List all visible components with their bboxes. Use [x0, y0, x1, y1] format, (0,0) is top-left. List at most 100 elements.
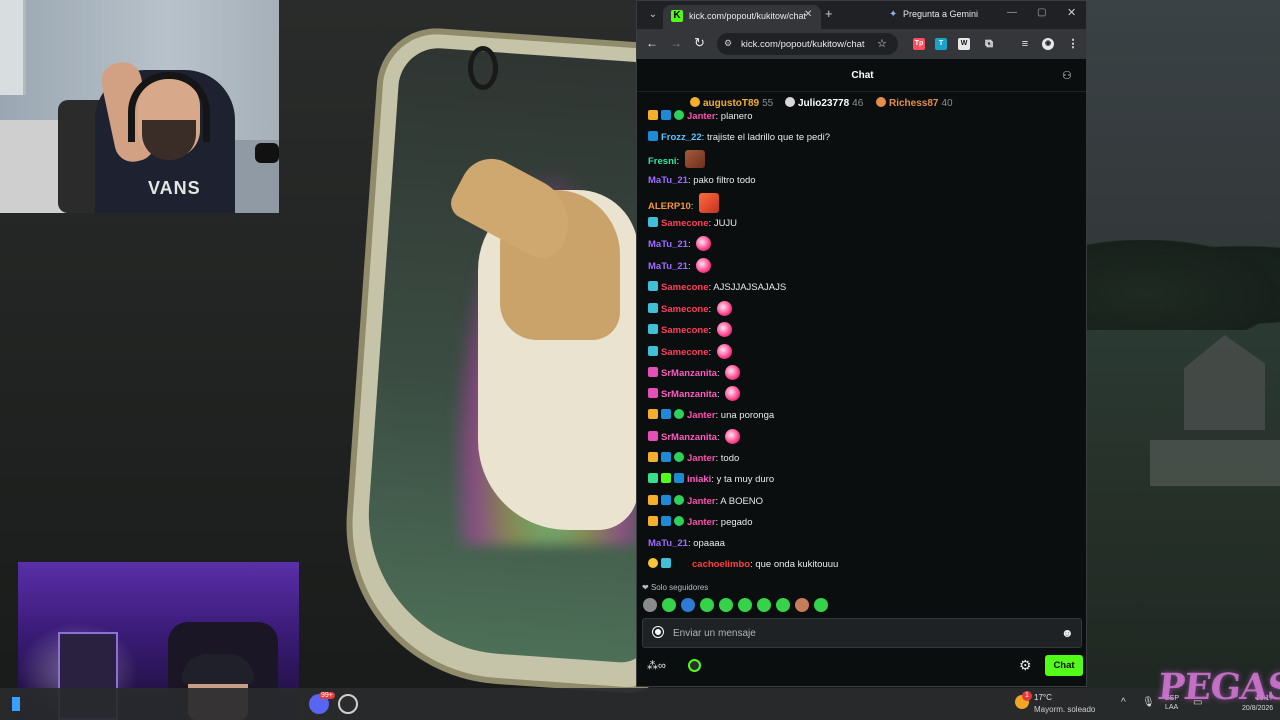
chat-message[interactable]: Janter: planero [648, 109, 753, 126]
username[interactable]: MaTu_21 [648, 239, 688, 250]
gemini-button[interactable]: Pregunta a Gemini [903, 9, 978, 19]
record-icon[interactable] [653, 627, 663, 637]
temperature[interactable]: 17°C [1034, 693, 1052, 702]
emote-icon[interactable] [814, 598, 828, 612]
site-info-icon[interactable]: ⚙ [724, 38, 732, 49]
emote-icon[interactable] [776, 598, 790, 612]
chat-message[interactable]: ALERP10: [648, 193, 720, 213]
users-icon[interactable]: ⚇ [1062, 69, 1072, 82]
emote-icon[interactable] [757, 598, 771, 612]
chat-message[interactable]: Samecone: [648, 301, 732, 319]
extension-t-icon[interactable]: T [935, 38, 947, 50]
chat-message[interactable]: Samecone: [648, 344, 732, 362]
chat-messages[interactable]: Janter: planero Frozz_22: trajiste el la… [637, 109, 1086, 579]
menu-icon[interactable]: ⋮ [1067, 38, 1079, 50]
chat-message[interactable]: Janter: A BOENO [648, 493, 763, 511]
chat-message[interactable]: MaTu_21: [648, 236, 712, 254]
tray-chevron-icon[interactable]: ^ [1121, 697, 1126, 708]
url-text[interactable]: kick.com/popout/kukitow/chat [741, 39, 865, 50]
address-bar[interactable]: ⚙ kick.com/popout/kukitow/chat ☆ [717, 33, 898, 55]
emote-icon[interactable] [643, 598, 657, 612]
message-input[interactable]: Enviar un mensaje ☻ [642, 618, 1082, 648]
username[interactable]: Samecone [661, 218, 709, 229]
username[interactable]: Janter [687, 496, 716, 507]
leaderboard-entry[interactable]: Richess87 40 [876, 97, 953, 109]
settings-gear-icon[interactable]: ⚙ [1019, 657, 1032, 674]
username[interactable]: Janter [687, 111, 716, 122]
puzzle-icon[interactable]: ⧉ [983, 38, 995, 50]
tab-kick-chat[interactable]: K kick.com/popout/kukitow/chat ✕ [663, 5, 821, 29]
queue-icon[interactable]: ≡ [1019, 38, 1031, 50]
username[interactable]: Samecone [661, 282, 709, 293]
chat-message[interactable]: Janter: pegado [648, 514, 753, 532]
message-text: pegado [720, 517, 753, 528]
chat-message[interactable]: Samecone: [648, 322, 732, 340]
chat-message[interactable]: MaTu_21: pako filtro todo [648, 172, 756, 190]
username[interactable]: SrManzanita [661, 432, 717, 443]
emote-icon[interactable] [662, 598, 676, 612]
extension-tp-icon[interactable]: Tp [913, 38, 925, 50]
username[interactable]: Samecone [661, 304, 709, 315]
emote-icon[interactable] [795, 598, 809, 612]
tab-close-icon[interactable]: ✕ [804, 9, 812, 20]
username[interactable]: Samecone [661, 347, 709, 358]
send-chat-button[interactable]: Chat [1045, 655, 1083, 676]
message-placeholder[interactable]: Enviar un mensaje [673, 628, 756, 639]
emote-icon[interactable] [681, 598, 695, 612]
new-tab-icon[interactable]: + [825, 6, 833, 21]
username[interactable]: iniaki [687, 474, 711, 485]
chat-message[interactable]: iniaki: y ta muy duro [648, 471, 774, 489]
username[interactable]: Samecone [661, 325, 709, 336]
gemini-icon[interactable]: ✦ [889, 9, 897, 20]
kick-points-icon[interactable] [688, 659, 701, 672]
mic-icon[interactable]: 🎙 [1142, 697, 1155, 708]
chat-message[interactable]: SrManzanita: [648, 365, 741, 383]
leaderboard-entry[interactable]: augustoT89 55 [690, 97, 773, 109]
crown-icon [648, 452, 658, 462]
back-icon[interactable]: ← [646, 36, 658, 50]
chat-message[interactable]: Fresni: [648, 150, 705, 168]
emote-icon[interactable] [738, 598, 752, 612]
reload-icon[interactable]: ↻ [694, 35, 705, 51]
emoji-icon[interactable]: ☻ [1061, 626, 1074, 640]
username[interactable]: Janter [687, 517, 716, 528]
username[interactable]: ALERP10 [648, 201, 691, 212]
chat-message[interactable]: MaTu_21: [648, 258, 712, 276]
start-icon[interactable] [12, 697, 20, 711]
chat-message[interactable]: Janter: una poronga [648, 407, 774, 425]
minimize-icon[interactable]: — [1007, 7, 1017, 18]
chat-message[interactable]: Samecone: AJSJJAJSAJAJS [648, 279, 786, 297]
username[interactable]: Janter [687, 410, 716, 421]
guest-cap [182, 654, 254, 684]
username[interactable]: SrManzanita [661, 389, 717, 400]
chat-message[interactable]: SrManzanita: [648, 386, 741, 404]
chat-message[interactable]: cachoelimbo: que onda kukitouuu [648, 556, 838, 574]
followers-only-mode: ❤ Solo seguidores [642, 583, 708, 592]
username[interactable]: MaTu_21 [648, 175, 688, 186]
username[interactable]: MaTu_21 [648, 261, 688, 272]
avatar[interactable]: ◉ [1042, 38, 1054, 50]
tab-search-icon[interactable]: ⌄ [645, 7, 661, 23]
chat-message[interactable]: SrManzanita: [648, 429, 741, 447]
username[interactable]: SrManzanita [661, 368, 717, 379]
channel-points-icon[interactable]: ⁂∞ [647, 659, 666, 672]
chat-message[interactable]: Janter: todo [648, 450, 739, 468]
username[interactable]: cachoelimbo [692, 559, 750, 570]
obs-icon[interactable] [338, 694, 358, 714]
bookmark-star-icon[interactable]: ☆ [877, 37, 887, 50]
username[interactable]: Janter [687, 453, 716, 464]
username[interactable]: Fresni [648, 156, 677, 167]
emote-icon[interactable] [700, 598, 714, 612]
username[interactable]: MaTu_21 [648, 538, 688, 549]
weather-condition[interactable]: Mayorm. soleado [1034, 705, 1095, 714]
chat-message[interactable]: MaTu_21: opaaaa [648, 535, 725, 553]
username[interactable]: Frozz_22 [661, 132, 702, 143]
leaderboard-entry[interactable]: Julio23778 46 [785, 97, 863, 109]
chat-message[interactable]: Frozz_22: trajiste el ladrillo que te pe… [648, 129, 830, 147]
chat-message[interactable]: Samecone: JUJU [648, 215, 737, 233]
forward-icon[interactable]: → [670, 36, 682, 50]
extension-w-icon[interactable]: W [958, 38, 970, 50]
close-icon[interactable]: ✕ [1067, 6, 1076, 19]
maximize-icon[interactable]: ▢ [1037, 7, 1046, 18]
emote-icon[interactable] [719, 598, 733, 612]
